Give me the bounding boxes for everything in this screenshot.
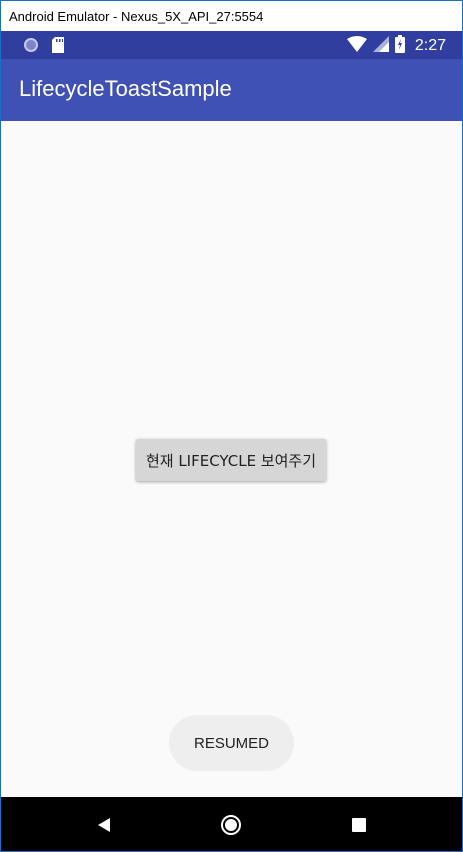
status-clock: 2:27 [414, 37, 446, 54]
signal-icon [372, 36, 389, 56]
window-title: Android Emulator - Nexus_5X_API_27:5554 [9, 8, 264, 24]
main-content: 현재 LIFECYCLE 보여주기 RESUMED [1, 121, 462, 797]
sd-card-icon [51, 37, 65, 57]
app-bar: LifecycleToastSample [1, 59, 462, 121]
home-icon[interactable] [219, 813, 243, 837]
battery-charging-icon [394, 35, 405, 57]
emulator-window: Android Emulator - Nexus_5X_API_27:5554 … [0, 0, 463, 852]
window-titlebar: Android Emulator - Nexus_5X_API_27:5554 [1, 1, 462, 31]
circle-notification-icon [23, 37, 39, 57]
app-title: LifecycleToastSample [19, 76, 232, 101]
wifi-icon [346, 36, 367, 56]
back-icon[interactable] [92, 813, 116, 837]
navigation-bar [1, 797, 462, 851]
show-lifecycle-button[interactable]: 현재 LIFECYCLE 보여주기 [136, 439, 326, 481]
recents-icon[interactable] [347, 813, 371, 837]
toast-message: RESUMED [169, 715, 294, 771]
status-bar: 2:27 [1, 31, 462, 59]
toast-text: RESUMED [193, 734, 269, 752]
